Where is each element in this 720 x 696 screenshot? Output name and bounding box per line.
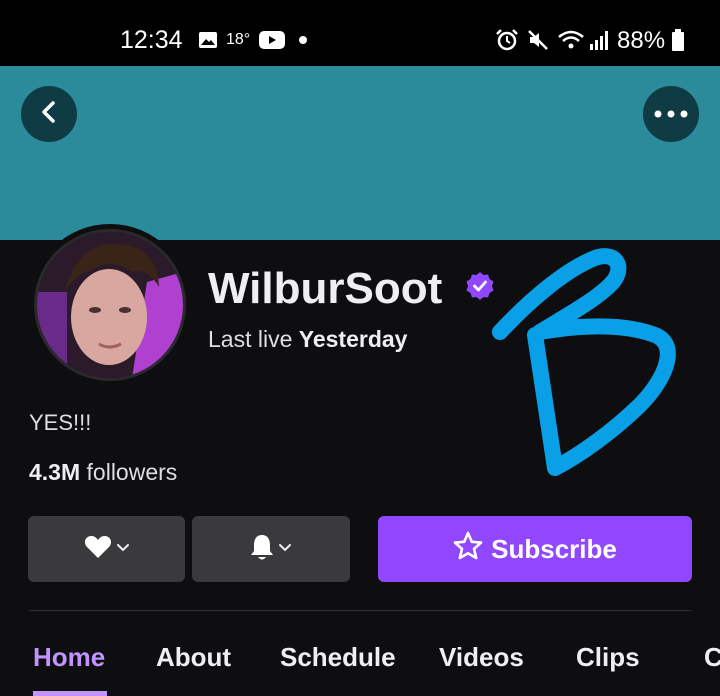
wifi-icon xyxy=(556,30,586,50)
notifications-button[interactable] xyxy=(192,516,350,582)
active-tab-indicator xyxy=(33,691,107,696)
tab-collections[interactable]: C xyxy=(704,642,720,673)
more-horizontal-icon xyxy=(654,105,688,123)
chevron-down-icon xyxy=(278,540,292,558)
tab-clips[interactable]: Clips xyxy=(576,642,640,673)
subscribe-label: Subscribe xyxy=(491,533,617,564)
battery-level: 88% xyxy=(617,27,666,54)
subscribe-button[interactable]: Subscribe xyxy=(378,516,692,582)
channel-bio: YES!!! xyxy=(29,410,92,435)
chevron-left-icon xyxy=(39,100,59,129)
gallery-icon xyxy=(198,30,218,50)
last-live-status: Last live Yesterday xyxy=(208,326,407,353)
bell-icon xyxy=(250,533,274,566)
notification-dot-icon xyxy=(298,30,308,50)
avatar-frame xyxy=(29,224,191,386)
star-icon xyxy=(453,531,483,568)
signal-icon xyxy=(588,30,610,50)
mute-icon xyxy=(526,30,550,50)
channel-name: WilburSoot xyxy=(208,264,443,313)
channel-tabs: Home About Schedule Videos Clips C xyxy=(0,640,720,696)
follow-button[interactable] xyxy=(28,516,185,582)
more-options-button[interactable] xyxy=(643,86,699,142)
followers-number: 4.3M xyxy=(29,459,81,485)
heart-icon xyxy=(84,535,112,564)
status-bar: 12:34 18° 88% xyxy=(0,0,720,66)
channel-banner xyxy=(0,66,720,240)
followers-count: 4.3M followers xyxy=(29,459,177,486)
hand-drawn-b-doodle xyxy=(492,248,676,476)
youtube-icon xyxy=(258,30,286,50)
chevron-down-icon xyxy=(116,540,130,558)
battery-icon xyxy=(670,29,686,51)
avatar[interactable] xyxy=(34,229,186,381)
back-button[interactable] xyxy=(21,86,77,142)
tab-home[interactable]: Home xyxy=(33,642,105,673)
status-time: 12:34 xyxy=(120,26,183,54)
alarm-icon xyxy=(494,29,520,51)
status-temperature: 18° xyxy=(226,31,251,48)
tab-about[interactable]: About xyxy=(156,642,231,673)
tab-schedule[interactable]: Schedule xyxy=(280,642,396,673)
tab-videos[interactable]: Videos xyxy=(439,642,524,673)
last-live-value: Yesterday xyxy=(298,326,408,352)
last-live-label: Last live xyxy=(208,326,293,352)
section-divider xyxy=(29,610,692,611)
followers-label: followers xyxy=(86,459,178,485)
